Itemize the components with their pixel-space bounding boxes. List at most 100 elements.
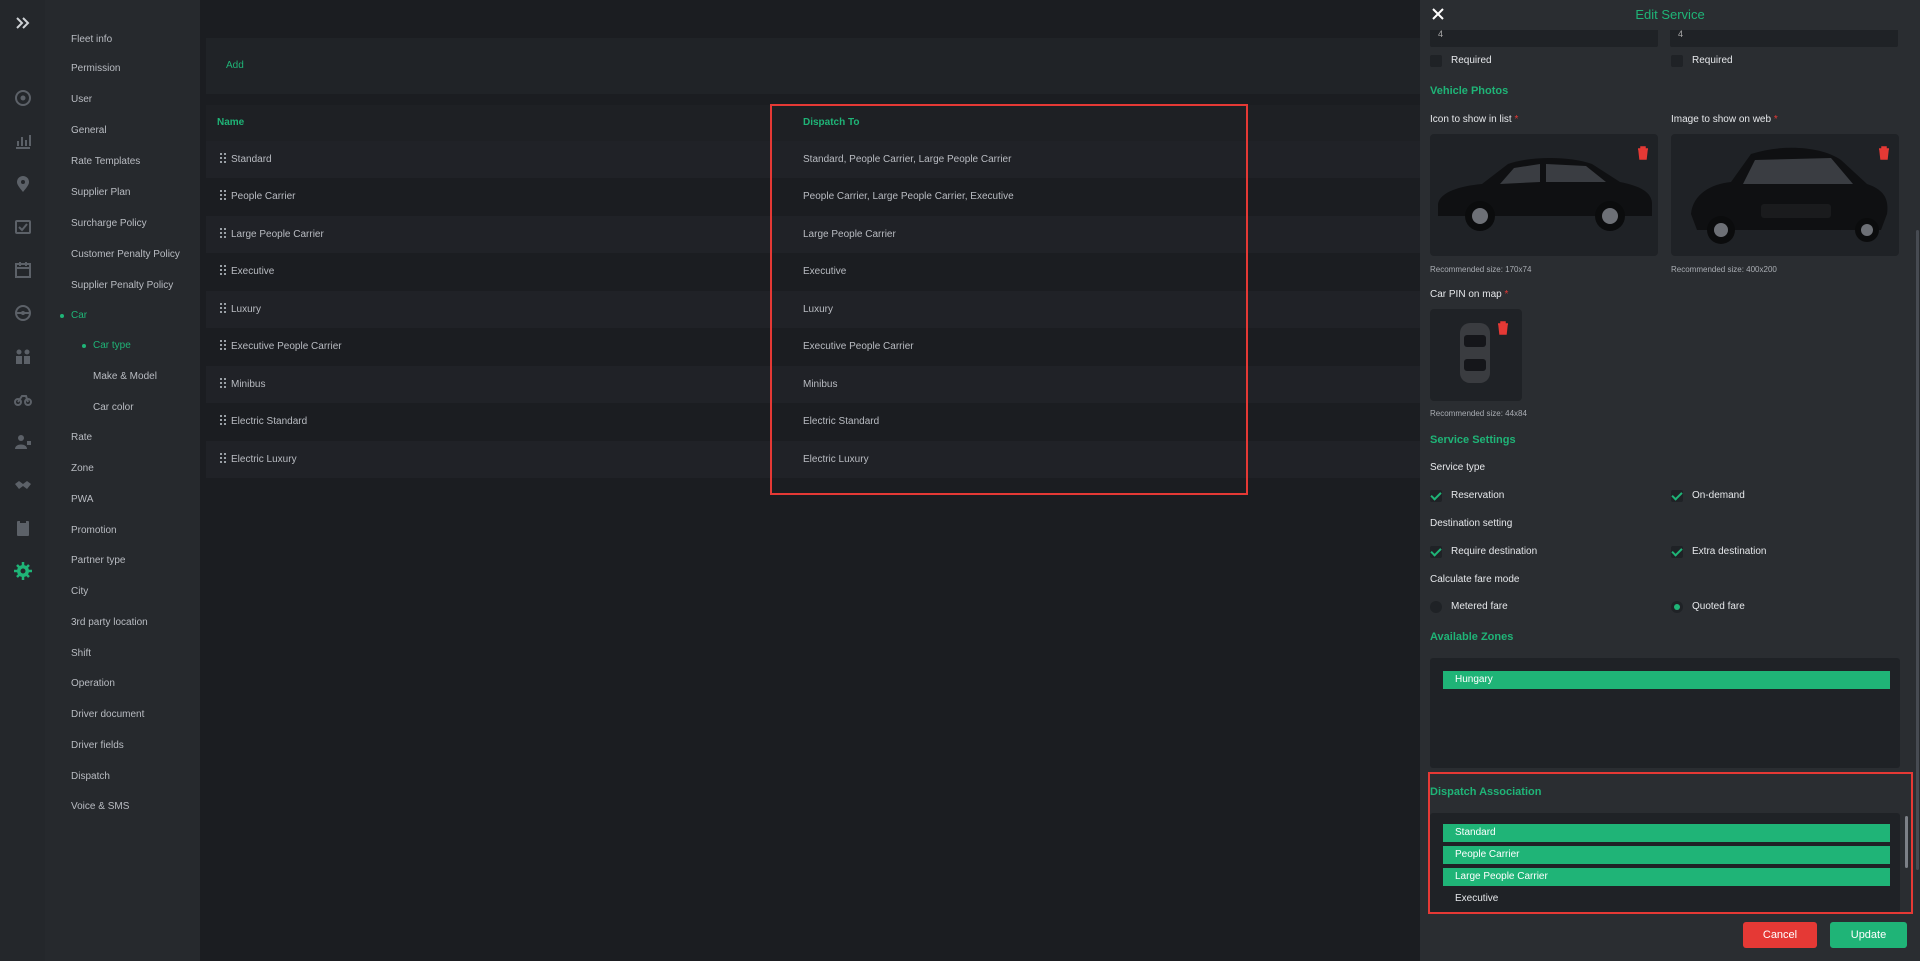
menu-item-partner-type[interactable]: Partner type bbox=[71, 555, 125, 566]
menu-item-fleet-info[interactable]: Fleet info bbox=[71, 34, 112, 45]
required-mark: * bbox=[1773, 114, 1778, 125]
menu-item-driver-document[interactable]: Driver document bbox=[71, 709, 144, 720]
menu-item-shift[interactable]: Shift bbox=[71, 648, 91, 659]
column-header-name[interactable]: Name bbox=[217, 117, 244, 128]
panel-title: Edit Service bbox=[1635, 7, 1705, 22]
icon-list-label: Icon to show in list * bbox=[1430, 114, 1519, 125]
booking-icon[interactable] bbox=[12, 216, 34, 238]
menu-item-supplier-plan[interactable]: Supplier Plan bbox=[71, 187, 130, 198]
add-button[interactable]: Add bbox=[226, 60, 244, 71]
settings-gear-icon[interactable] bbox=[12, 560, 34, 582]
cancel-button[interactable]: Cancel bbox=[1743, 922, 1817, 948]
update-button[interactable]: Update bbox=[1830, 922, 1907, 948]
car-pin-image[interactable] bbox=[1430, 309, 1522, 401]
handshake-icon[interactable] bbox=[12, 474, 34, 496]
drag-handle-icon[interactable] bbox=[220, 228, 228, 240]
section-service-settings: Service Settings bbox=[1430, 434, 1516, 446]
top-field-left[interactable]: 4 bbox=[1430, 27, 1658, 47]
menu-item-voice-sms[interactable]: Voice & SMS bbox=[71, 801, 129, 812]
panel-scrollbar[interactable] bbox=[1916, 230, 1919, 870]
motorbike-icon[interactable] bbox=[12, 388, 34, 410]
drag-handle-icon[interactable] bbox=[220, 153, 228, 165]
row-name: Electric Standard bbox=[231, 416, 308, 427]
menu-item-car-type[interactable]: Car type bbox=[93, 340, 131, 351]
drag-handle-icon[interactable] bbox=[220, 303, 228, 315]
required-label: Required bbox=[1692, 55, 1733, 66]
service-type-label: Service type bbox=[1430, 462, 1486, 473]
steering-wheel-icon[interactable] bbox=[12, 302, 34, 324]
menu-item-3rd-party-location[interactable]: 3rd party location bbox=[71, 617, 148, 628]
analytics-icon[interactable] bbox=[12, 130, 34, 152]
required-checkbox-right[interactable] bbox=[1671, 55, 1683, 67]
car-pin-label: Car PIN on map * bbox=[1430, 289, 1509, 300]
quoted-fare-radio[interactable] bbox=[1671, 601, 1683, 613]
on-demand-checkbox[interactable] bbox=[1671, 490, 1683, 502]
reservation-checkbox[interactable] bbox=[1430, 490, 1442, 502]
calendar-icon[interactable] bbox=[12, 259, 34, 281]
menu-item-driver-fields[interactable]: Driver fields bbox=[71, 740, 124, 751]
row-name: Minibus bbox=[231, 379, 266, 390]
section-vehicle-photos: Vehicle Photos bbox=[1430, 85, 1509, 97]
menu-item-supplier-penalty-policy[interactable]: Supplier Penalty Policy bbox=[71, 280, 173, 291]
row-name: Electric Luxury bbox=[231, 454, 297, 465]
icon-list-note: Recommended size: 170x74 bbox=[1430, 265, 1532, 274]
menu-item-pwa[interactable]: PWA bbox=[71, 494, 93, 505]
dashboard-icon[interactable] bbox=[12, 87, 34, 109]
users-icon[interactable] bbox=[12, 345, 34, 367]
drag-handle-icon[interactable] bbox=[220, 453, 228, 465]
drag-handle-icon[interactable] bbox=[220, 378, 228, 390]
reservation-label: Reservation bbox=[1451, 490, 1505, 501]
menu-item-rate-templates[interactable]: Rate Templates bbox=[71, 156, 140, 167]
clipboard-icon[interactable] bbox=[12, 517, 34, 539]
extra-destination-label: Extra destination bbox=[1692, 546, 1767, 557]
active-dot bbox=[82, 344, 86, 348]
expand-chevrons-icon[interactable] bbox=[12, 12, 34, 34]
map-pin-icon[interactable] bbox=[12, 173, 34, 195]
required-mark: * bbox=[1504, 289, 1509, 300]
required-checkbox-left[interactable] bbox=[1430, 55, 1442, 67]
destination-setting-label: Destination setting bbox=[1430, 518, 1513, 529]
row-name: People Carrier bbox=[231, 191, 296, 202]
drag-handle-icon[interactable] bbox=[220, 415, 228, 427]
app: Fleet info Permission User General Rate … bbox=[0, 0, 1920, 961]
toolbar: Add bbox=[206, 38, 1420, 94]
top-field-right[interactable]: 4 bbox=[1670, 27, 1898, 47]
menu-item-rate[interactable]: Rate bbox=[71, 432, 92, 443]
require-destination-checkbox[interactable] bbox=[1430, 546, 1442, 558]
image-web-note: Recommended size: 400x200 bbox=[1671, 265, 1777, 274]
extra-destination-checkbox[interactable] bbox=[1671, 546, 1683, 558]
menu-item-city[interactable]: City bbox=[71, 586, 88, 597]
menu-item-make-model[interactable]: Make & Model bbox=[93, 371, 157, 382]
required-mark: * bbox=[1514, 114, 1519, 125]
quoted-fare-label: Quoted fare bbox=[1692, 601, 1745, 612]
driver-icon[interactable] bbox=[12, 431, 34, 453]
menu-item-zone[interactable]: Zone bbox=[71, 463, 94, 474]
section-available-zones: Available Zones bbox=[1430, 631, 1514, 643]
metered-fare-radio[interactable] bbox=[1430, 601, 1442, 613]
zones-listbox[interactable]: Hungary bbox=[1430, 658, 1900, 768]
trash-icon[interactable] bbox=[1496, 321, 1510, 335]
icon-list-image[interactable] bbox=[1430, 134, 1658, 256]
trash-icon[interactable] bbox=[1636, 146, 1650, 160]
menu-item-surcharge-policy[interactable]: Surcharge Policy bbox=[71, 218, 147, 229]
on-demand-label: On-demand bbox=[1692, 490, 1745, 501]
zone-option-selected[interactable]: Hungary bbox=[1443, 671, 1890, 689]
menu-item-permission[interactable]: Permission bbox=[71, 63, 120, 74]
drag-handle-icon[interactable] bbox=[220, 190, 228, 202]
trash-icon[interactable] bbox=[1877, 146, 1891, 160]
menu-item-operation[interactable]: Operation bbox=[71, 678, 115, 689]
menu-item-car[interactable]: Car bbox=[71, 310, 87, 321]
highlight-box-dispatch-association bbox=[1428, 772, 1913, 914]
image-web-image[interactable] bbox=[1671, 134, 1899, 256]
panel-header: Edit Service bbox=[1420, 0, 1920, 30]
row-name: Large People Carrier bbox=[231, 229, 324, 240]
menu-item-dispatch[interactable]: Dispatch bbox=[71, 771, 110, 782]
menu-item-customer-penalty-policy[interactable]: Customer Penalty Policy bbox=[71, 249, 180, 260]
drag-handle-icon[interactable] bbox=[220, 340, 228, 352]
metered-fare-label: Metered fare bbox=[1451, 601, 1508, 612]
menu-item-promotion[interactable]: Promotion bbox=[71, 525, 117, 536]
drag-handle-icon[interactable] bbox=[220, 265, 228, 277]
menu-item-car-color[interactable]: Car color bbox=[93, 402, 134, 413]
menu-item-user[interactable]: User bbox=[71, 94, 92, 105]
menu-item-general[interactable]: General bbox=[71, 125, 107, 136]
